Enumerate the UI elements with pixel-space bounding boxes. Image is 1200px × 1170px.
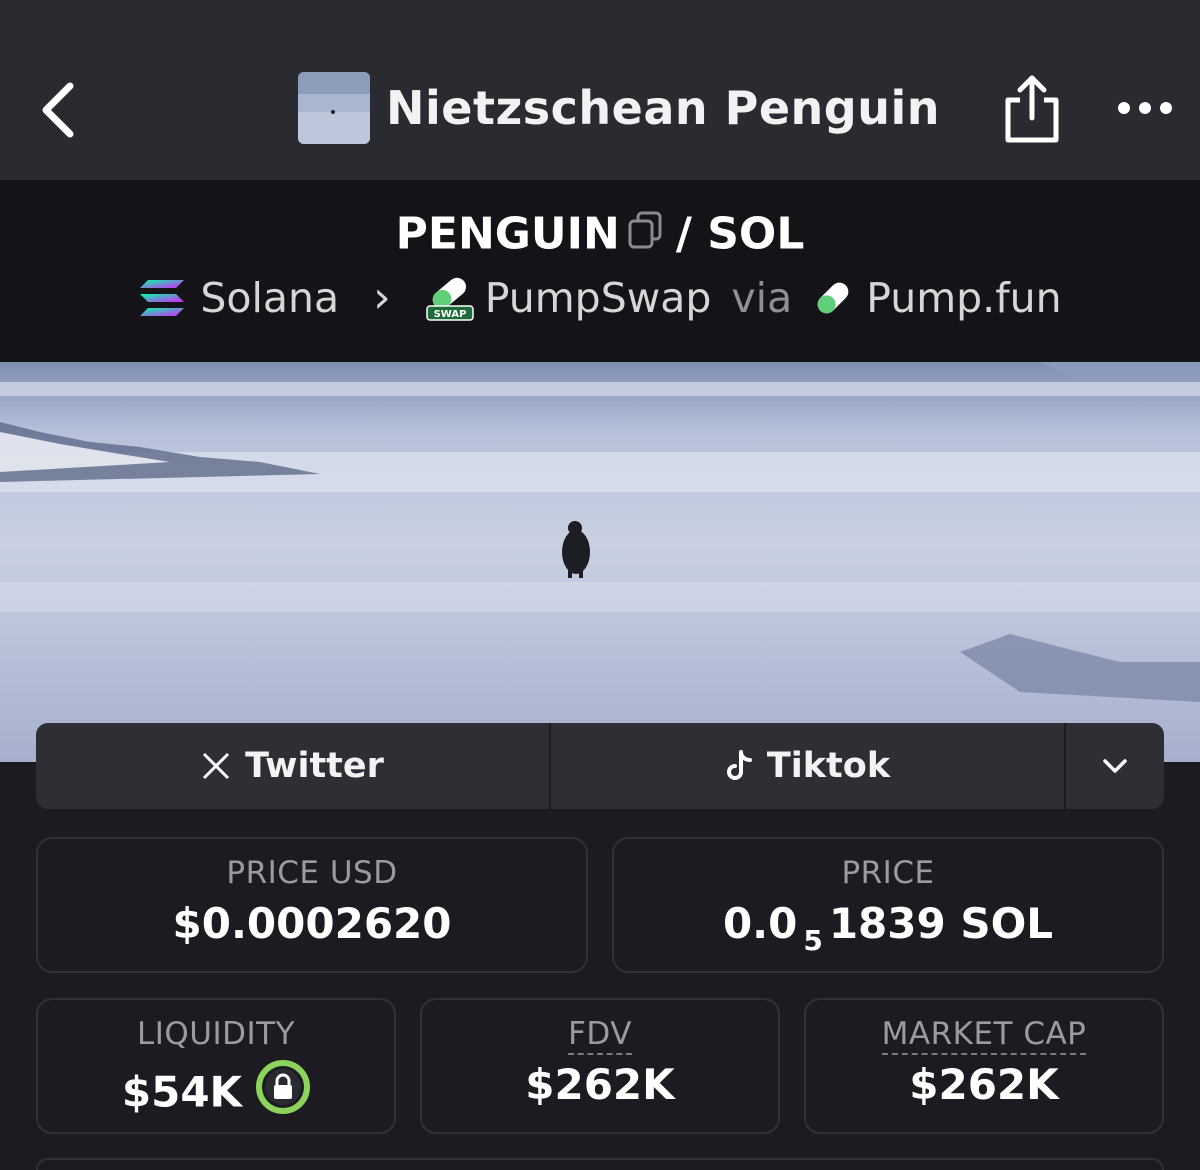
more-dots-icon [1118,102,1172,114]
more-options-button[interactable] [1112,86,1176,130]
token-avatar [298,72,370,144]
chevron-down-icon [1103,759,1127,773]
price-sol-value: 0.0 5 1839 SOL [614,899,1162,957]
market-cap-value: $262K [909,1060,1059,1109]
tiktok-icon [725,750,753,782]
via-label: via [731,273,793,322]
market-cap-label[interactable]: MARKET CAP [881,1016,1087,1055]
social-links: Twitter Tiktok [36,723,1164,809]
price-sol-card: PRICE 0.0 5 1839 SOL [612,837,1164,973]
fdv-card: FDV $262K [420,998,780,1134]
liquidity-card: LIQUIDITY $54K [36,998,396,1134]
share-icon [1005,75,1059,143]
base-symbol: PENGUIN [395,208,620,260]
pair-title: PENGUIN / SOL [0,206,1200,260]
token-banner-image [0,362,1200,762]
price-sol-suffix: 1839 SOL [828,899,1054,948]
launchpad-name[interactable]: Pump.fun [866,274,1061,322]
swap-badge: SWAP [433,309,466,320]
chevron-left-icon [42,82,74,138]
pumpswap-icon: SWAP [426,277,474,321]
token-title: Nietzschean Penguin [298,72,940,144]
price-usd-card: PRICE USD $0.0002620 [36,837,588,973]
breadcrumb-arrow: › [373,272,391,323]
tiktok-button[interactable]: Tiktok [551,723,1066,809]
page-title: Nietzschean Penguin [386,81,940,135]
more-socials-dropdown[interactable] [1066,723,1164,809]
solana-icon [140,279,185,316]
pair-separator: / [675,208,692,260]
price-sol-label: PRICE [841,855,935,891]
twitter-button[interactable]: Twitter [36,723,551,809]
fdv-value: $262K [525,1060,675,1109]
twitter-label: Twitter [245,746,384,786]
liquidity-label: LIQUIDITY [136,1016,296,1052]
price-sol-prefix: 0.0 [722,899,798,948]
copy-icon[interactable] [628,209,662,260]
market-cap-card: MARKET CAP $262K [804,998,1164,1134]
price-usd-label: PRICE USD [226,855,398,891]
price-sol-zero-count: 5 [803,924,823,957]
next-section-edge [36,1158,1164,1170]
back-button[interactable] [30,70,100,150]
pump-fun-icon [817,282,849,313]
lock-icon[interactable] [256,1060,311,1124]
quote-symbol: SOL [707,208,805,260]
chain-name[interactable]: Solana [200,274,339,322]
share-button[interactable] [1000,72,1064,146]
price-usd-value: $0.0002620 [172,899,452,948]
tiktok-label: Tiktok [766,746,891,786]
x-logo-icon [201,752,231,780]
liquidity-value: $54K [121,1067,243,1117]
fdv-label[interactable]: FDV [568,1016,632,1055]
dex-name[interactable]: PumpSwap [485,274,712,322]
chain-info: Solana › SWAP PumpSwap via Pump.fun [0,272,1200,323]
